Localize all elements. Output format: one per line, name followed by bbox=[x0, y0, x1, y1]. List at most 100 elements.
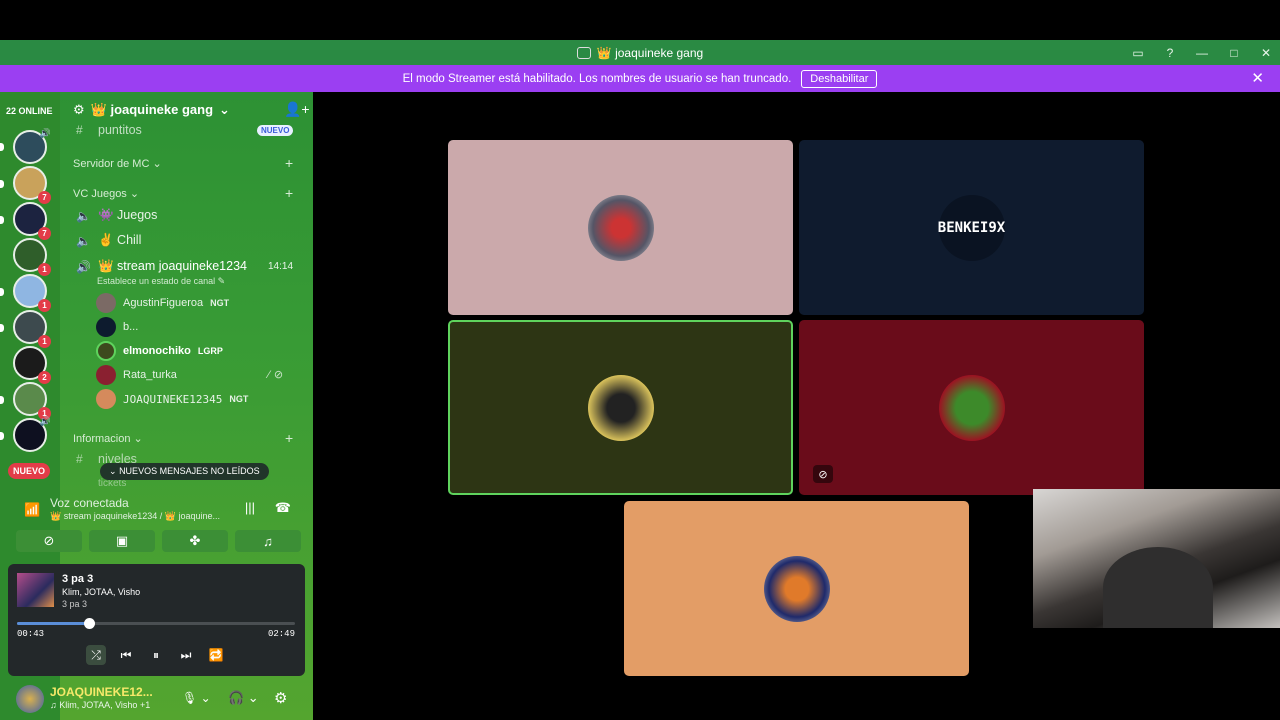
server-icon-8[interactable]: 1 bbox=[13, 382, 51, 420]
noise-suppression-icon[interactable]: ||| bbox=[245, 500, 255, 515]
add-channel-icon[interactable]: + bbox=[285, 430, 293, 446]
stream-time: 14:14 bbox=[268, 261, 294, 272]
mention-badge: 1 bbox=[38, 299, 51, 312]
speaker-icon: 🔈 bbox=[76, 208, 91, 223]
minimize-icon[interactable]: — bbox=[1196, 46, 1208, 60]
guild-header[interactable]: ⚙ 👑 joaquineke gang ⌄ bbox=[73, 102, 230, 118]
invite-people-icon[interactable]: 👤+ bbox=[284, 101, 310, 118]
category-label: VC Juegos bbox=[73, 188, 127, 200]
game-controller-icon bbox=[576, 46, 591, 59]
channel-label: 👑 stream joaquineke1234 bbox=[98, 259, 247, 273]
set-channel-status[interactable]: Establece un estado de canal ✎ bbox=[97, 276, 225, 287]
voice-user[interactable]: b... bbox=[96, 317, 138, 337]
screen-share-button[interactable]: ▣ bbox=[89, 530, 155, 552]
activities-button[interactable]: ✤ bbox=[162, 530, 228, 552]
new-unread-messages-pill[interactable]: ⌄ NUEVOS MENSAJES NO LEÍDOS bbox=[100, 463, 269, 480]
video-tile[interactable] bbox=[448, 140, 793, 315]
server-icon-6[interactable]: 1 bbox=[13, 310, 51, 348]
previous-icon[interactable]: ⏮ bbox=[116, 645, 136, 665]
server-icon-5[interactable]: 1 bbox=[13, 274, 51, 312]
microphone-icon[interactable]: 🎙 ⌄ bbox=[182, 691, 211, 705]
speaker-icon: 🔊 bbox=[39, 128, 51, 138]
user-name[interactable]: JOAQUINEKE12... bbox=[50, 685, 153, 699]
hash-icon: # bbox=[76, 452, 83, 466]
voice-user[interactable]: Rata_turka bbox=[96, 365, 177, 385]
voice-channel-juegos[interactable]: 🔈 👾 Juegos bbox=[76, 208, 157, 223]
track-album: 3 pa 3 bbox=[62, 599, 88, 609]
voice-user[interactable]: JOAQUINEKE12345 NGT bbox=[96, 389, 248, 409]
signal-icon[interactable]: 📶 bbox=[24, 502, 40, 518]
chevron-down-icon: ⌄ bbox=[129, 188, 140, 200]
participant-avatar: BENKEI9X bbox=[938, 194, 1005, 261]
repeat-icon[interactable]: 🔁 bbox=[206, 645, 226, 665]
muted-deafened-icons: ⁄⊘ bbox=[268, 369, 288, 381]
elapsed-time: 00:43 bbox=[17, 629, 45, 639]
server-icon-7[interactable]: 2 bbox=[13, 346, 51, 384]
unread-pill-indicator bbox=[0, 324, 4, 332]
close-icon[interactable]: ✕ bbox=[1260, 46, 1272, 60]
soundboard-button[interactable]: ♫ bbox=[235, 530, 301, 552]
progress-bar[interactable] bbox=[17, 618, 295, 629]
video-tile-speaking[interactable] bbox=[448, 320, 793, 495]
status-label: Establece un estado de canal bbox=[97, 276, 216, 286]
server-icon-2[interactable]: 7 bbox=[13, 166, 51, 204]
music-player: 3 pa 3 Klim, JOTAA, Visho 3 pa 3 00:43 0… bbox=[8, 564, 305, 676]
track-title[interactable]: 3 pa 3 bbox=[62, 573, 93, 585]
progress-knob[interactable] bbox=[84, 618, 96, 629]
maximize-icon[interactable]: □ bbox=[1228, 46, 1240, 60]
video-hidden-icon[interactable]: ⊘ bbox=[813, 465, 833, 483]
user-name: elmonochiko bbox=[123, 345, 191, 357]
voice-user[interactable]: AgustinFigueroa NGT bbox=[96, 293, 229, 313]
disable-streamer-button[interactable]: Deshabilitar bbox=[801, 69, 878, 88]
pause-icon[interactable]: ⏸ bbox=[146, 645, 166, 665]
voice-action-buttons: ⊘ ▣ ✤ ♫ bbox=[16, 530, 301, 552]
chevron-down-icon: ⌄ bbox=[152, 158, 162, 170]
new-servers-badge[interactable]: NUEVO bbox=[8, 463, 51, 479]
category-servidor-mc[interactable]: Servidor de MC ⌄ bbox=[73, 157, 162, 170]
progress-fill bbox=[17, 622, 90, 625]
camera-off-button[interactable]: ⊘ bbox=[16, 530, 82, 552]
next-icon[interactable]: ⏭ bbox=[176, 645, 196, 665]
voice-channel-path[interactable]: 👑 stream joaquineke1234 / 👑 joaquine... bbox=[50, 511, 220, 522]
video-tile[interactable] bbox=[624, 501, 969, 676]
video-tile[interactable]: ⊘ bbox=[799, 320, 1144, 495]
voice-user[interactable]: elmonochiko LGRP bbox=[96, 341, 223, 361]
track-artists[interactable]: Klim, JOTAA, Visho bbox=[62, 587, 140, 597]
avatar bbox=[96, 365, 116, 385]
category-vc-juegos[interactable]: VC Juegos ⌄ bbox=[73, 187, 139, 200]
banner-text: El modo Streamer está habilitado. Los no… bbox=[402, 72, 792, 85]
add-channel-icon[interactable]: + bbox=[285, 185, 293, 201]
server-icon-4[interactable]: 1 bbox=[13, 238, 51, 276]
channel-label: puntitos bbox=[98, 123, 142, 137]
album-art bbox=[17, 573, 54, 607]
user-tag: LGRP bbox=[197, 346, 223, 356]
inbox-icon[interactable]: ▭ bbox=[1132, 46, 1144, 60]
user-activity: ♫ Klim, JOTAA, Visho +1 bbox=[50, 700, 151, 710]
chevron-down-icon: ⌄ bbox=[219, 102, 230, 117]
voice-status-title: Voz conectada bbox=[50, 496, 129, 510]
gear-icon[interactable]: ⚙ bbox=[274, 689, 287, 707]
participant-avatar bbox=[587, 194, 654, 261]
video-tile[interactable]: BENKEI9X bbox=[799, 140, 1144, 315]
banner-close-icon[interactable]: ✕ bbox=[1251, 69, 1264, 87]
pencil-icon: ✎ bbox=[217, 276, 226, 286]
unread-pill-label: NUEVOS MENSAJES NO LEÍDOS bbox=[119, 466, 260, 476]
server-icon-1[interactable]: 🔊 bbox=[13, 128, 51, 164]
disconnect-icon[interactable]: ☎ bbox=[275, 500, 291, 516]
channel-label: 👾 Juegos bbox=[98, 208, 158, 222]
voice-channel-chill[interactable]: 🔈 ✌️ Chill bbox=[76, 233, 141, 248]
headphones-icon[interactable]: 🎧 ⌄ bbox=[228, 690, 259, 706]
user-avatar[interactable] bbox=[16, 685, 44, 713]
category-label: Servidor de MC bbox=[73, 158, 150, 170]
mention-badge: 1 bbox=[38, 335, 51, 348]
voice-channel-stream[interactable]: 🔊 👑 stream joaquineke1234 bbox=[76, 259, 247, 274]
server-icon-3[interactable]: 7 bbox=[13, 202, 51, 240]
participant-avatar bbox=[587, 374, 654, 441]
category-informacion[interactable]: Informacion ⌄ bbox=[73, 432, 143, 445]
channel-puntitos[interactable]: # puntitos bbox=[76, 123, 142, 137]
shuffle-icon[interactable]: ⤮ bbox=[86, 645, 106, 665]
help-icon[interactable]: ? bbox=[1164, 46, 1176, 60]
server-icon-9[interactable]: 🔊 bbox=[13, 416, 51, 452]
add-channel-icon[interactable]: + bbox=[285, 155, 293, 171]
chevron-down-icon: ⌄ bbox=[133, 433, 143, 445]
